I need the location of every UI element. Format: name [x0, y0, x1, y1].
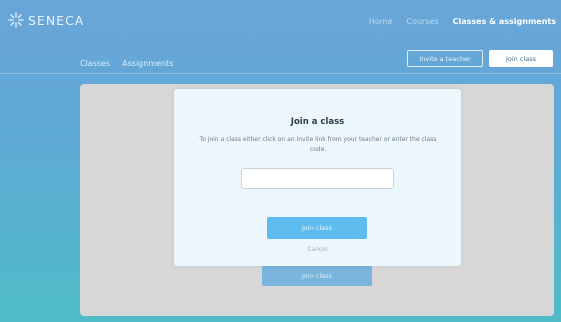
nav-courses[interactable]: Courses	[406, 17, 438, 26]
invite-teacher-button[interactable]: Invite a teacher	[407, 50, 483, 67]
cancel-link[interactable]: Cancel	[174, 246, 461, 253]
seneca-logo-icon	[8, 12, 24, 28]
logo[interactable]: SENECA	[8, 12, 84, 28]
logo-text: SENECA	[28, 12, 85, 28]
join-class-modal: Join a class To join a class either clic…	[174, 89, 461, 266]
join-class-button[interactable]: Join class	[489, 50, 553, 67]
top-bar: SENECA Home Courses Classes & assignment…	[0, 0, 561, 40]
nav-classes-assignments[interactable]: Classes & assignments	[453, 17, 556, 26]
tab-classes[interactable]: Classes	[80, 59, 110, 68]
modal-title: Join a class	[290, 117, 345, 127]
divider	[0, 73, 561, 74]
modal-description: To join a class either click on an invit…	[199, 136, 437, 153]
nav-home[interactable]: Home	[369, 17, 393, 26]
sub-tabs: Classes Assignments	[80, 59, 173, 68]
class-code-input[interactable]	[241, 168, 394, 189]
top-nav: Home Courses Classes & assignments	[369, 17, 556, 26]
background-join-class-button: Join class	[262, 266, 372, 286]
modal-join-class-button[interactable]: Join class	[267, 217, 367, 239]
tab-assignments[interactable]: Assignments	[122, 59, 173, 68]
